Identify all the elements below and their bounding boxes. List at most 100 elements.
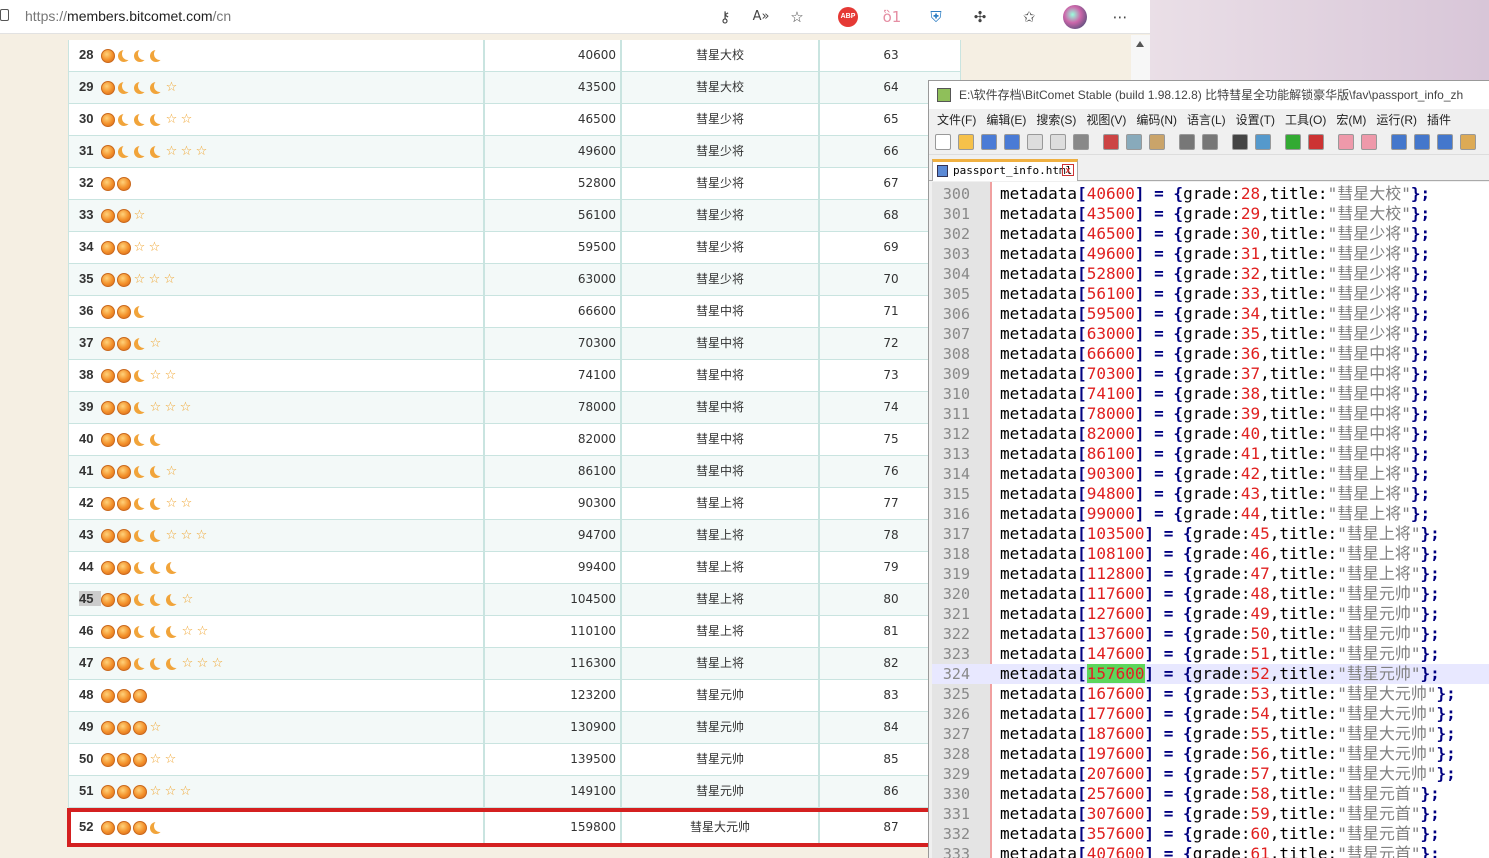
paste-icon[interactable] (1149, 134, 1165, 150)
code-line[interactable]: 328 metadata[197600] = {grade:56,title:"彗… (932, 744, 1489, 764)
menu-item[interactable]: 文件(F) (937, 113, 976, 127)
menu-item[interactable]: 运行(R) (1376, 113, 1417, 127)
code-line[interactable]: 329 metadata[207600] = {grade:57,title:"彗… (932, 764, 1489, 784)
code-line[interactable]: 319 metadata[112800] = {grade:47,title:"彗… (932, 564, 1489, 584)
menu-item[interactable]: 编辑(E) (986, 113, 1026, 127)
profile-icon[interactable] (1063, 5, 1087, 29)
open-file-icon[interactable] (958, 134, 974, 150)
code-line[interactable]: 327 metadata[187600] = {grade:55,title:"彗… (932, 724, 1489, 744)
print-icon[interactable] (1073, 134, 1089, 150)
code-line[interactable]: 321 metadata[127600] = {grade:49,title:"彗… (932, 604, 1489, 624)
code-line[interactable]: 325 metadata[167600] = {grade:53,title:"彗… (932, 684, 1489, 704)
moon-icon (133, 48, 147, 63)
favorites-icon[interactable]: ✩ (1018, 6, 1040, 28)
code-line[interactable]: 306 metadata[59500] = {grade:34,title:"彗星… (932, 304, 1489, 324)
code-line[interactable]: 309 metadata[70300] = {grade:37,title:"彗星… (932, 364, 1489, 384)
code-line[interactable]: 326 metadata[177600] = {grade:54,title:"彗… (932, 704, 1489, 724)
code-line[interactable]: 311 metadata[78000] = {grade:39,title:"彗星… (932, 404, 1489, 424)
code-text: metadata[66600] = {grade:36,title:"彗星中将"… (1000, 344, 1430, 364)
code-title: "彗星大元帅" (1337, 764, 1437, 783)
code-line[interactable]: 316 metadata[99000] = {grade:44,title:"彗星… (932, 504, 1489, 524)
menu-item[interactable]: 编码(N) (1136, 113, 1177, 127)
sync-h-icon[interactable] (1361, 134, 1377, 150)
save-all-icon[interactable] (1004, 134, 1020, 150)
find-icon[interactable] (1232, 134, 1248, 150)
menu-item[interactable]: 工具(O) (1285, 113, 1326, 127)
code-line[interactable]: 302 metadata[46500] = {grade:30,title:"彗星… (932, 224, 1489, 244)
code-identifier: metadata (1000, 204, 1078, 223)
url-field[interactable]: https://members.bitcomet.com/cn (25, 8, 231, 24)
code-line[interactable]: 318 metadata[108100] = {grade:46,title:"彗… (932, 544, 1489, 564)
code-line[interactable]: 323 metadata[147600] = {grade:51,title:"彗… (932, 644, 1489, 664)
undo-icon[interactable] (1179, 134, 1195, 150)
code-line[interactable]: 313 metadata[86100] = {grade:41,title:"彗星… (932, 444, 1489, 464)
code-line[interactable]: 307 metadata[63000] = {grade:35,title:"彗星… (932, 324, 1489, 344)
code-line[interactable]: 331 metadata[307600] = {grade:59,title:"彗… (932, 804, 1489, 824)
code-line[interactable]: 301 metadata[43500] = {grade:29,title:"彗星… (932, 204, 1489, 224)
code-line[interactable]: 300 metadata[40600] = {grade:28,title:"彗星… (932, 184, 1489, 204)
zoom-out-icon[interactable] (1308, 134, 1324, 150)
extension-cat-icon[interactable]: ὃ1 (881, 6, 903, 28)
code-identifier: metadata (1000, 424, 1078, 443)
save-icon[interactable] (981, 134, 997, 150)
wrap-icon[interactable] (1391, 134, 1407, 150)
all-chars-icon[interactable] (1414, 134, 1430, 150)
table-row: 36 66600 彗星中将 71 (68, 296, 961, 328)
code-editor[interactable]: 300 metadata[40600] = {grade:28,title:"彗星… (932, 182, 1489, 858)
copy-icon[interactable] (1126, 134, 1142, 150)
scroll-up-icon[interactable] (1136, 41, 1144, 47)
menu-item[interactable]: 设置(T) (1236, 113, 1275, 127)
adblock-icon[interactable]: ABP (838, 7, 858, 27)
code-line[interactable]: 305 metadata[56100] = {grade:33,title:"彗星… (932, 284, 1489, 304)
tab-passport-info[interactable]: passport_info.html x (932, 159, 1078, 181)
code-grade: 43 (1240, 484, 1261, 503)
code-line[interactable]: 314 metadata[90300] = {grade:42,title:"彗星… (932, 464, 1489, 484)
zoom-in-icon[interactable] (1285, 134, 1301, 150)
menu-item[interactable]: 视图(V) (1086, 113, 1126, 127)
menu-item[interactable]: 语言(L) (1187, 113, 1226, 127)
new-file-icon[interactable] (935, 134, 951, 150)
code-grade: 36 (1240, 344, 1261, 363)
code-line[interactable]: 322 metadata[137600] = {grade:50,title:"彗… (932, 624, 1489, 644)
line-number: 330 (942, 785, 970, 803)
cut-icon[interactable] (1103, 134, 1119, 150)
key-icon[interactable]: ⚷ (714, 6, 736, 28)
code-line[interactable]: 330 metadata[257600] = {grade:58,title:"彗… (932, 784, 1489, 804)
code-prop: grade: (1183, 384, 1241, 403)
indent-guide-icon[interactable] (1437, 134, 1453, 150)
menu-item[interactable]: 搜索(S) (1036, 113, 1076, 127)
code-line[interactable]: 312 metadata[82000] = {grade:40,title:"彗星… (932, 424, 1489, 444)
moon-icon (133, 400, 147, 415)
sun-icon (101, 432, 115, 447)
code-line[interactable]: 333 metadata[407600] = {grade:61,title:"彗… (932, 844, 1489, 858)
table-row: 31 ☆ ☆ ☆ 49600 彗星少将 66 (68, 136, 961, 168)
add-favorite-icon[interactable]: ☆ (786, 6, 808, 28)
lock-icon[interactable] (0, 9, 9, 21)
code-line[interactable]: 310 metadata[74100] = {grade:38,title:"彗星… (932, 384, 1489, 404)
code-line[interactable]: 304 metadata[52800] = {grade:32,title:"彗星… (932, 264, 1489, 284)
lang-icon[interactable] (1460, 134, 1476, 150)
code-line[interactable]: 303 metadata[49600] = {grade:31,title:"彗星… (932, 244, 1489, 264)
redo-icon[interactable] (1202, 134, 1218, 150)
sun-icon (101, 208, 115, 223)
menu-item[interactable]: 宏(M) (1336, 113, 1366, 127)
extension-shield-icon[interactable]: ⛨ (925, 6, 947, 28)
code-line[interactable]: 315 metadata[94800] = {grade:43,title:"彗星… (932, 484, 1489, 504)
code-prop: ,title: (1260, 204, 1328, 223)
extensions-icon[interactable]: ✣ (969, 6, 991, 28)
code-line[interactable]: 320 metadata[117600] = {grade:48,title:"彗… (932, 584, 1489, 604)
menu-item[interactable]: 插件 (1427, 113, 1451, 127)
level-cell: 36 (69, 296, 485, 327)
read-aloud-icon[interactable]: A» (750, 6, 772, 28)
code-line[interactable]: 332 metadata[357600] = {grade:60,title:"彗… (932, 824, 1489, 844)
close-icon[interactable]: x (1062, 164, 1074, 176)
close-icon[interactable] (1027, 134, 1043, 150)
close-all-icon[interactable] (1050, 134, 1066, 150)
code-line[interactable]: 324 metadata[157600] = {grade:52,title:"彗… (932, 664, 1489, 684)
code-line[interactable]: 317 metadata[103500] = {grade:45,title:"彗… (932, 524, 1489, 544)
sync-v-icon[interactable] (1338, 134, 1354, 150)
line-number: 309 (942, 365, 970, 383)
code-line[interactable]: 308 metadata[66600] = {grade:36,title:"彗星… (932, 344, 1489, 364)
replace-icon[interactable] (1255, 134, 1271, 150)
more-icon[interactable]: ⋯ (1109, 6, 1131, 28)
